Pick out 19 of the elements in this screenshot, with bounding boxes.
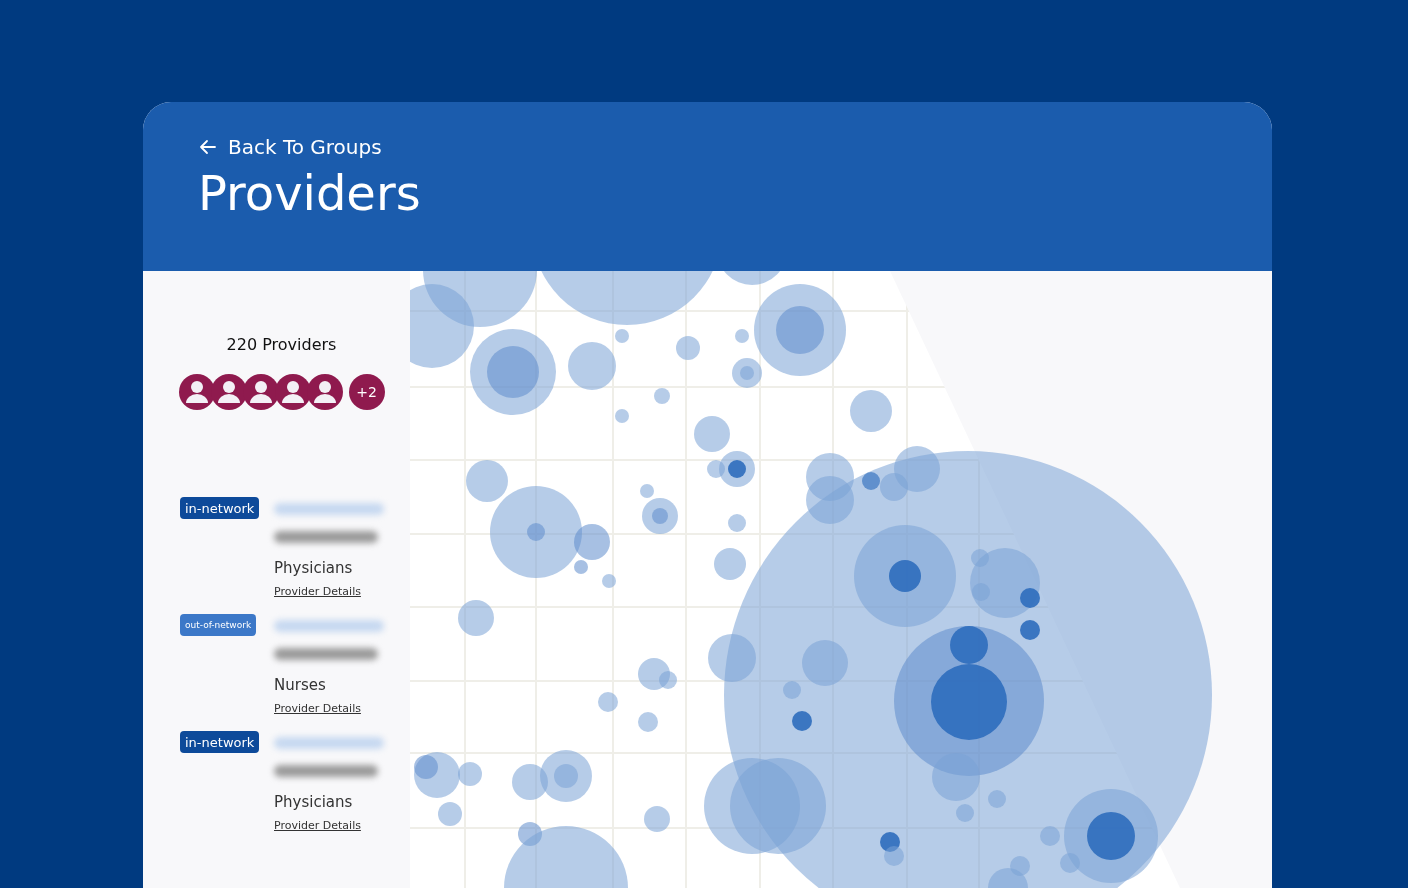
back-link[interactable]: Back To Groups [198, 135, 382, 159]
avatar-icon [178, 374, 215, 410]
avatar-icon [210, 374, 247, 410]
provider-category: Nurses [274, 676, 327, 694]
provider-category: Physicians [274, 559, 354, 577]
provider-details-link[interactable]: Provider Details [274, 819, 361, 832]
more-avatars-badge: +2 [348, 374, 385, 410]
avatar-icon [242, 374, 279, 410]
page-title: Providers [198, 165, 421, 221]
provider-count: 220 Providers [226, 335, 337, 354]
provider-details-link[interactable]: Provider Details [274, 585, 361, 598]
network-tag: in-network [180, 497, 260, 519]
provider-details-link[interactable]: Provider Details [274, 702, 361, 715]
back-arrow-icon [198, 137, 218, 157]
network-tag: in-network [180, 731, 260, 753]
network-tag: out-of-network [180, 614, 257, 636]
provider-category: Physicians [274, 793, 354, 811]
avatar-icon [274, 374, 311, 410]
avatar-icon [306, 374, 343, 410]
